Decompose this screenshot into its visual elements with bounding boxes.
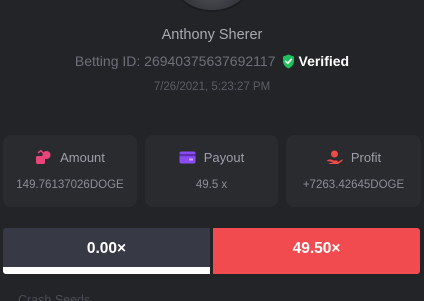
bet-details-panel: Anthony Sherer Betting ID: 2694037563769… [0, 0, 424, 301]
crash-point-multiplier: 0.00× [3, 228, 210, 274]
verified-label: Verified [298, 53, 350, 69]
amount-card: Amount 149.76137026DOGE [3, 135, 137, 207]
profit-label: Profit [350, 150, 382, 165]
bet-timestamp: 7/26/2021, 5:23:27 PM [153, 81, 271, 93]
crash-point-indicator-bar [3, 267, 210, 274]
payout-label: Payout [203, 150, 245, 165]
verified-badge: Verified [282, 53, 350, 69]
betting-id-row: Betting ID: 26940375637692117 Verified [0, 53, 424, 69]
payout-card: Payout 49.5 x [145, 135, 278, 207]
profit-card: Profit +7263.42645DOGE [286, 135, 421, 207]
payout-value: 49.5 x [195, 179, 228, 191]
profit-header: Profit [286, 150, 421, 165]
payout-header: Payout [145, 150, 278, 165]
profit-value: +7263.42645DOGE [302, 179, 405, 191]
crash-point-value: 0.00× [86, 240, 127, 257]
cashout-multiplier: 49.50× [213, 228, 420, 274]
username[interactable]: Anthony Sherer [0, 27, 424, 43]
section-heading-partial: Crash Seeds [18, 293, 91, 301]
amount-header: Amount [3, 150, 137, 165]
avatar [176, 0, 248, 12]
cashout-value: 49.50× [292, 240, 341, 257]
betting-id: Betting ID: 26940375637692117 [74, 53, 276, 69]
coins-icon [36, 150, 51, 164]
amount-value: 149.76137026DOGE [16, 179, 124, 191]
wallet-icon [179, 151, 196, 164]
verified-shield-icon [282, 54, 294, 68]
profit-hand-icon [326, 150, 343, 164]
amount-label: Amount [60, 150, 105, 165]
